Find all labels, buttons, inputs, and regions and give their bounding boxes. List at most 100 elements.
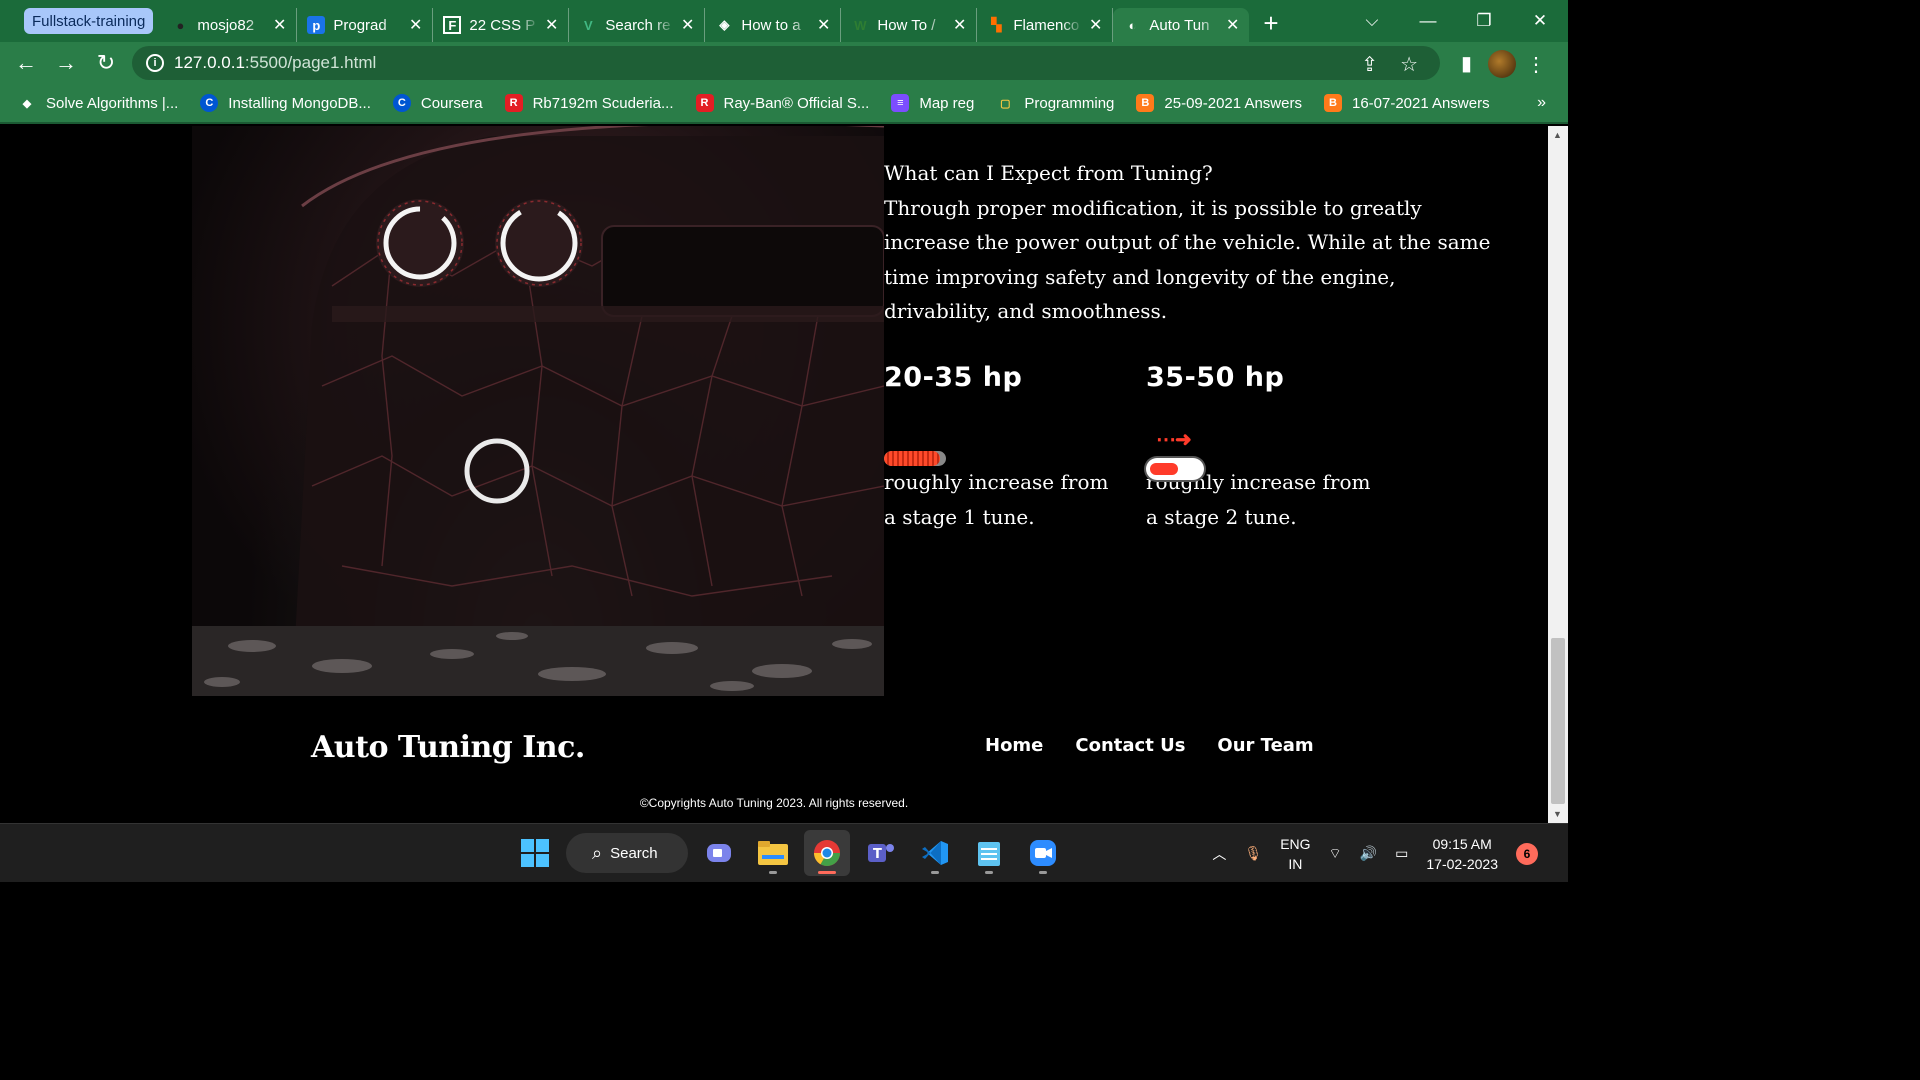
tab-0[interactable]: ● mosjo82 ✕ [161, 8, 298, 42]
stage1-power-bar [884, 451, 946, 466]
scroll-down-icon[interactable]: ▼ [1553, 809, 1562, 819]
close-tab-icon[interactable]: ✕ [1089, 15, 1102, 35]
new-tab-button[interactable]: + [1263, 8, 1278, 39]
notepad-icon[interactable] [966, 830, 1012, 876]
close-window-button[interactable]: ✕ [1512, 11, 1568, 31]
tab-3[interactable]: V Search re ✕ [569, 8, 706, 42]
microphone-icon[interactable]: 🎙 [1244, 845, 1262, 862]
stage2-power-toggle [1146, 458, 1204, 480]
tab-title: Flamenco [1013, 16, 1080, 34]
battery-icon[interactable]: ▭ [1395, 845, 1408, 862]
tab-title: How To / [877, 16, 936, 34]
teams-icon[interactable]: T [858, 830, 904, 876]
page-viewport: What can I Expect from Tuning? Through p… [0, 126, 1548, 823]
prograd-icon: p [307, 16, 326, 34]
bookmark-3[interactable]: R Rb7192m Scuderia... [504, 94, 674, 112]
tab-6[interactable]: ▚ Flamenco ✕ [977, 8, 1114, 42]
close-tab-icon[interactable]: ✕ [953, 15, 966, 35]
close-tab-icon[interactable]: ✕ [817, 15, 830, 35]
bookmark-star-icon[interactable]: ☆ [1400, 52, 1418, 77]
forward-icon[interactable]: → [46, 50, 86, 76]
bookmark-0[interactable]: ◆ Solve Algorithms |... [18, 94, 179, 112]
url-host: 127.0.0.1 [174, 53, 245, 72]
menu-icon[interactable]: ⋮ [1526, 52, 1546, 77]
bookmark-label: 16-07-2021 Answers [1351, 94, 1490, 112]
close-tab-icon[interactable]: ✕ [545, 15, 558, 35]
tab-group-chip[interactable]: Fullstack-training [24, 8, 154, 34]
volume-icon[interactable]: 🔊 [1360, 845, 1377, 862]
back-icon[interactable]: ← [6, 50, 46, 76]
zoom-icon[interactable] [1020, 830, 1066, 876]
browser-toolbar: ← → ↻ i 127.0.0.1:5500/page1.html ⇪ ☆ ▮ … [0, 42, 1568, 84]
flamenco-icon: ▚ [991, 17, 1002, 32]
more-bookmarks-icon[interactable]: » [1537, 94, 1546, 112]
page-scrollbar[interactable]: ▲ ▼ [1548, 126, 1568, 823]
window-controls: ⌵ — ❐ ✕ [1344, 0, 1568, 42]
notification-badge[interactable]: 6 [1516, 842, 1538, 865]
reload-icon[interactable]: ↻ [86, 50, 126, 76]
close-tab-icon[interactable]: ✕ [273, 15, 286, 35]
codepen-icon: ◈ [719, 17, 730, 32]
chevron-up-icon[interactable]: ︿ [1212, 844, 1226, 864]
bookmark-label: Installing MongoDB... [228, 94, 371, 112]
taskbar-search[interactable]: ⌕ Search [566, 833, 688, 873]
bookmark-5[interactable]: ≡ Map reg [891, 94, 974, 112]
bookmark-2[interactable]: C Coursera [392, 94, 483, 112]
blogger-icon: B [1136, 94, 1155, 112]
tab-4[interactable]: ◈ How to a ✕ [705, 8, 842, 42]
chrome-icon[interactable] [804, 830, 850, 876]
stage1-card: 20-35 hp roughly increase from a stage 1… [884, 362, 1114, 535]
profile-avatar[interactable] [1488, 50, 1516, 78]
side-panel-icon[interactable]: ▮ [1461, 51, 1472, 76]
footer-link-team[interactable]: Our Team [1217, 735, 1313, 756]
tab-2[interactable]: F 22 CSS P ✕ [433, 8, 570, 42]
car-hero-image [192, 126, 884, 696]
vscode-icon[interactable] [912, 830, 958, 876]
bookmark-8[interactable]: B 16-07-2021 Answers [1323, 94, 1490, 112]
lang-code: ENG [1280, 835, 1311, 852]
tuning-intro: What can I Expect from Tuning? Through p… [884, 156, 1504, 329]
restore-button[interactable]: ❐ [1456, 11, 1512, 31]
footer-nav: Home Contact Us Our Team [985, 735, 1314, 756]
footer-link-contact[interactable]: Contact Us [1075, 735, 1185, 756]
clock-date: 17-02-2023 [1426, 855, 1498, 872]
teams-chat-icon[interactable] [696, 830, 742, 876]
input-language[interactable]: ENG IN [1280, 834, 1310, 874]
bookmark-label: Solve Algorithms |... [46, 94, 179, 112]
bookmark-label: Programming [1024, 94, 1115, 112]
coursera-icon: C [392, 94, 411, 112]
f-icon: F [443, 16, 462, 34]
close-tab-icon[interactable]: ✕ [681, 15, 694, 35]
minimize-button[interactable]: — [1400, 11, 1456, 31]
search-icon: ⌕ [592, 842, 603, 863]
bookmark-7[interactable]: B 25-09-2021 Answers [1136, 94, 1302, 112]
scroll-up-icon[interactable]: ▲ [1553, 130, 1562, 140]
bookmark-4[interactable]: R Ray-Ban® Official S... [695, 94, 869, 112]
clock[interactable]: 09:15 AM 17-02-2023 [1426, 834, 1498, 874]
file-explorer-icon[interactable] [750, 830, 796, 876]
rayban-icon: R [695, 94, 714, 112]
bookmark-6[interactable]: ▢ Programming [996, 94, 1114, 112]
stage1-desc: roughly increase from a stage 1 tune. [884, 470, 1109, 529]
tab-7[interactable]: ◐ Auto Tun ✕ [1113, 8, 1250, 42]
dashed-arrow-icon: ⋯➜ [1156, 429, 1192, 451]
share-icon[interactable]: ⇪ [1361, 52, 1378, 77]
stage2-hp: 35-50 hp [1146, 362, 1285, 393]
tab-1[interactable]: p Prograd ✕ [297, 8, 434, 42]
wifi-icon[interactable]: ⌔ [1329, 845, 1342, 863]
github-icon: ● [176, 17, 185, 33]
site-info-icon[interactable]: i [146, 54, 164, 72]
tab-5[interactable]: W How To / ✕ [841, 8, 978, 42]
close-tab-icon[interactable]: ✕ [409, 15, 422, 35]
address-bar[interactable]: i 127.0.0.1:5500/page1.html ⇪ ☆ [132, 46, 1440, 80]
stage2-card: 35-50 hp ⋯➜ roughly increase from a stag… [1146, 362, 1376, 535]
start-icon[interactable] [512, 830, 558, 876]
tab-search-icon[interactable]: ⌵ [1344, 11, 1400, 31]
close-tab-icon[interactable]: ✕ [1226, 15, 1239, 35]
tab-title: Auto Tun [1149, 16, 1210, 34]
bookmark-1[interactable]: C Installing MongoDB... [200, 94, 371, 112]
tab-title: 22 CSS P [469, 16, 536, 34]
url-path: :5500/page1.html [244, 53, 377, 72]
scroll-thumb[interactable] [1551, 638, 1565, 804]
footer-link-home[interactable]: Home [985, 735, 1043, 756]
